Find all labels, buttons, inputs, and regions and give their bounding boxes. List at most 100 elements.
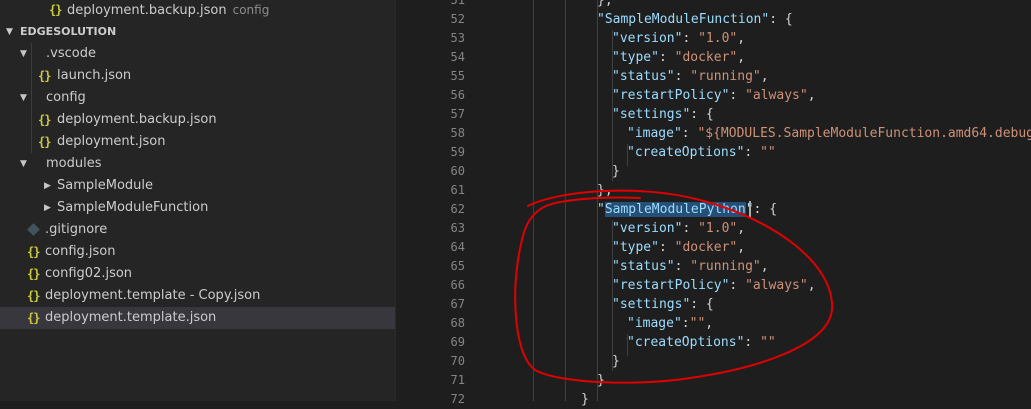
file-item-launch-json[interactable]: {} launch.json: [0, 65, 395, 87]
section-title: EDGESOLUTION: [20, 25, 117, 38]
selected-text: SampleModulePython: [604, 202, 746, 217]
line-number: 63: [450, 221, 465, 235]
line-number: 70: [450, 354, 465, 368]
code-line: "type": "docker",: [612, 48, 745, 67]
json-file-icon: {}: [27, 245, 40, 259]
code-punct: : {: [690, 107, 714, 122]
file-item-config02-json[interactable]: {} config02.json: [0, 263, 395, 285]
code-punct: ,: [807, 88, 816, 103]
code-line: "SampleModuleFunction": {: [597, 10, 793, 29]
code-key: "restartPolicy": [612, 278, 730, 293]
line-number: 62: [450, 202, 465, 216]
code-line: "version": "1.0",: [612, 219, 745, 238]
line-number: 58: [450, 126, 465, 140]
file-item-deployment-template-copy[interactable]: {} deployment.template - Copy.json: [0, 285, 395, 307]
code-punct: ,: [737, 31, 746, 46]
code-string: "running": [690, 69, 761, 84]
file-item-gitignore[interactable]: .gitignore: [0, 219, 395, 241]
folder-item-config[interactable]: ▼ config: [0, 87, 395, 109]
folder-item-samplemodulefunction[interactable]: ▶ SampleModuleFunction: [0, 197, 395, 219]
code-string: "always": [745, 88, 808, 103]
file-item-config-json[interactable]: {} config.json: [0, 241, 395, 263]
code-key: "createOptions": [627, 145, 745, 160]
json-file-icon: {}: [38, 135, 51, 149]
json-file-icon: {}: [49, 3, 62, 17]
line-number: 68: [450, 316, 465, 330]
line-number: 60: [450, 164, 465, 178]
code-key: "status": [612, 259, 675, 274]
line-number: 54: [450, 50, 465, 64]
code-punct: }: [581, 392, 589, 407]
json-file-icon: {}: [27, 267, 40, 281]
code-punct: ,: [737, 50, 746, 65]
code-punct: :: [681, 126, 698, 141]
line-number-gutter: 51 52 53 54 55 56 57 58 59 60 61 62 63 64 65 66 67 68 69 70…: [407, 0, 465, 406]
code-punct: ,: [737, 221, 746, 236]
line-number: 56: [450, 88, 465, 102]
file-label: deployment.json: [57, 134, 166, 149]
file-label: .gitignore: [45, 222, 108, 237]
folder-item-vscode[interactable]: ▼ .vscode: [0, 43, 395, 65]
code-editor[interactable]: 51 52 53 54 55 56 57 58 59 60 61 62 63 64 65 66 67 68 69 70…: [407, 0, 1031, 407]
line-number: 66: [450, 278, 465, 292]
code-punct: :: [674, 259, 691, 274]
line-number: 53: [450, 31, 465, 45]
file-label: config02.json: [45, 266, 133, 281]
line-number: 51: [450, 0, 465, 7]
code-punct: :: [674, 69, 691, 84]
folder-item-modules[interactable]: ▼ modules: [0, 153, 395, 175]
code-key: "image": [627, 316, 682, 331]
file-label: deployment.backup.json: [57, 112, 217, 127]
code-string: "": [760, 145, 776, 160]
code-line: "type": "docker",: [612, 238, 745, 257]
code-line: "status": "running",: [612, 257, 769, 276]
code-key: ": [597, 202, 605, 217]
chevron-down-icon: ▼: [20, 49, 27, 59]
code-line: "image":"",: [627, 314, 713, 333]
json-file-icon: {}: [27, 311, 40, 325]
code-key: "type": [612, 240, 659, 255]
code-line: "restartPolicy": "always",: [612, 276, 816, 295]
gitignore-diamond-icon: [27, 223, 40, 236]
code-punct: }: [597, 373, 605, 388]
code-line: "settings": {: [612, 105, 714, 124]
code-punct: : {: [769, 12, 793, 27]
file-item-deployment-json[interactable]: {} deployment.json: [0, 131, 395, 153]
line-number: 61: [450, 183, 465, 197]
folder-label: SampleModule: [57, 178, 154, 193]
file-item-deployment-template-json[interactable]: {} deployment.template.json: [0, 307, 395, 329]
code-key: "type": [612, 50, 659, 65]
folder-label: .vscode: [46, 46, 96, 61]
line-number: 69: [450, 335, 465, 349]
code-line: "settings": {: [612, 295, 714, 314]
chevron-right-icon: ▶: [44, 203, 51, 213]
code-line: }: [612, 162, 620, 181]
code-punct: ,: [760, 69, 769, 84]
file-item-deployment-backup-json[interactable]: {} deployment.backup.json: [0, 109, 395, 131]
code-punct: ,: [705, 316, 714, 331]
file-item-deployment-backup-top[interactable]: {} deployment.backup.json config: [0, 0, 395, 21]
code-punct: :: [682, 221, 699, 236]
code-key: "settings": [612, 297, 691, 312]
code-line: "createOptions": "": [627, 333, 776, 352]
json-file-icon: {}: [38, 69, 51, 83]
indent-guide: [565, 0, 566, 401]
code-area[interactable]: }, "SampleModuleFunction": { "version": "1…: [469, 0, 1031, 407]
folder-item-samplemodule[interactable]: ▶ SampleModule: [0, 175, 395, 197]
section-header-edgesolution[interactable]: ▼ EDGESOLUTION: [0, 21, 395, 43]
line-number: 72: [450, 392, 465, 406]
code-punct: },: [597, 183, 613, 198]
folder-hint: config: [232, 3, 270, 17]
chevron-down-icon: ▼: [20, 159, 27, 169]
code-punct: :: [681, 316, 690, 331]
code-key: "version": [612, 31, 683, 46]
chevron-down-icon: ▼: [20, 93, 27, 103]
line-number: 65: [450, 259, 465, 273]
line-number: 57: [450, 107, 465, 121]
code-punct: ,: [760, 259, 769, 274]
code-string: "always": [745, 278, 808, 293]
code-line: "image": "${MODULES.SampleModuleFunction…: [627, 124, 1031, 143]
code-punct: :: [658, 240, 675, 255]
code-line: }: [597, 371, 605, 390]
file-label: deployment.template - Copy.json: [45, 288, 261, 303]
